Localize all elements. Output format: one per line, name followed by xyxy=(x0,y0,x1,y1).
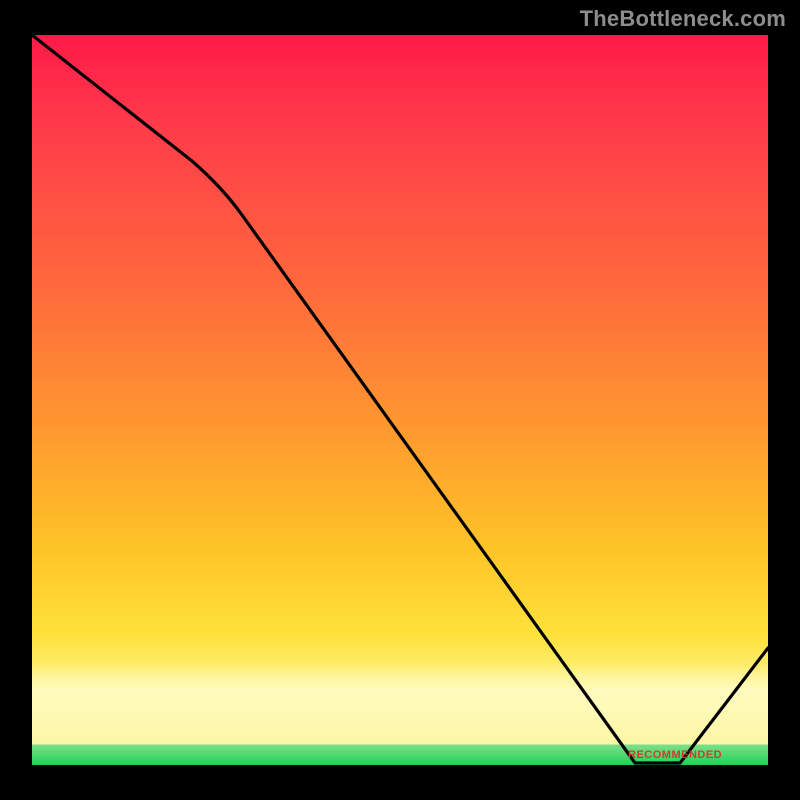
recommended-label: RECOMMENDED xyxy=(628,749,722,761)
chart-stage: TheBottleneck.com RECOMMENDED xyxy=(0,0,800,800)
plot-area: RECOMMENDED xyxy=(32,35,768,765)
bottleneck-curve xyxy=(32,35,768,765)
watermark-text: TheBottleneck.com xyxy=(580,6,786,32)
